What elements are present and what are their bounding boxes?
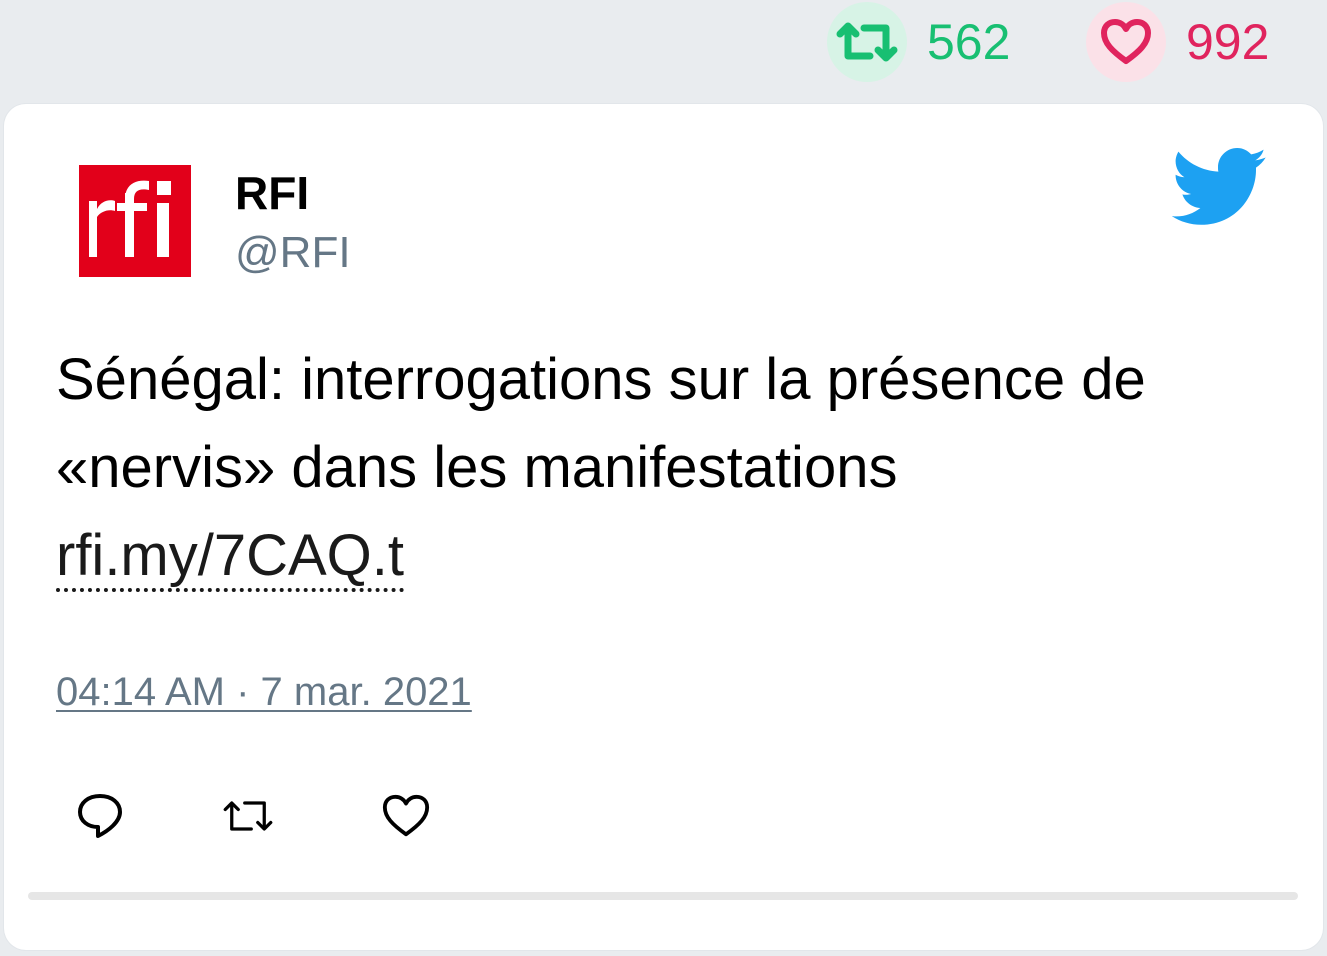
- like-count: 992: [1186, 14, 1270, 70]
- avatar[interactable]: [60, 146, 210, 296]
- tweet-timestamp[interactable]: 04:14 AM · 7 mar. 2021: [56, 670, 472, 715]
- tweet-stats-bar: 562 992: [0, 0, 1327, 100]
- retweet-count: 562: [927, 14, 1011, 70]
- heart-icon: [382, 794, 430, 837]
- rfi-logo: [79, 165, 191, 277]
- author-name[interactable]: RFI: [235, 166, 309, 220]
- tweet-link[interactable]: rfi.my/7CAQ.t: [56, 523, 405, 592]
- tweet-screenshot: 562 992 RFI @RFI Sénégal: interrogations…: [0, 0, 1327, 956]
- retweet-button[interactable]: [222, 790, 274, 842]
- reply-button[interactable]: [74, 790, 126, 842]
- heart-icon: [1086, 2, 1166, 82]
- retweet-icon: [223, 801, 273, 831]
- tweet-card: RFI @RFI Sénégal: interrogations sur la …: [4, 104, 1323, 950]
- retweet-icon: [827, 2, 907, 82]
- reply-icon: [78, 794, 122, 838]
- divider: [28, 892, 1298, 900]
- like-stat[interactable]: 992: [1086, 2, 1269, 82]
- tweet-text: Sénégal: interrogations sur la présence …: [56, 347, 1146, 500]
- author-handle[interactable]: @RFI: [235, 228, 351, 278]
- like-button[interactable]: [380, 790, 432, 842]
- twitter-bird-icon[interactable]: [1171, 148, 1268, 231]
- tweet-text-block: Sénégal: interrogations sur la présence …: [56, 336, 1256, 600]
- retweet-stat[interactable]: 562: [827, 2, 1010, 82]
